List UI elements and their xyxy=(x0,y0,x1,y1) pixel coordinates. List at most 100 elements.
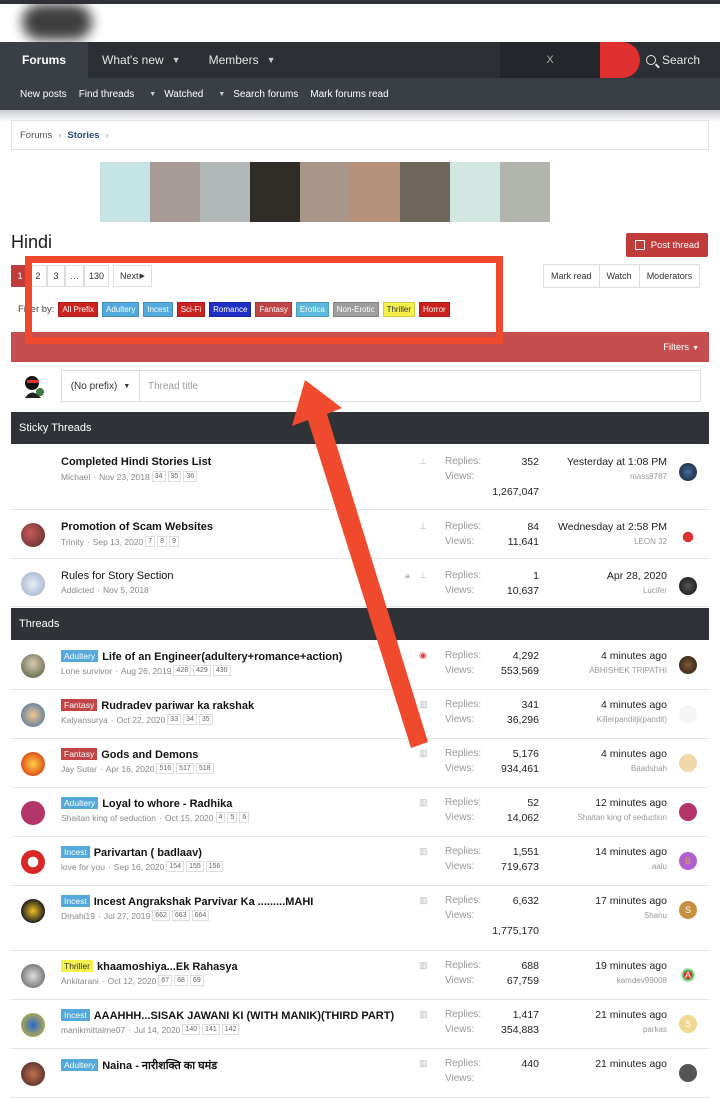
page-jump-link[interactable]: 69 xyxy=(189,975,204,986)
last-post-user[interactable]: aalu xyxy=(652,862,667,871)
page-jump-link[interactable]: 35 xyxy=(167,471,182,482)
thread-title[interactable]: Incest Angrakshak Parvivar Ka .........M… xyxy=(94,896,314,908)
page-jump-link[interactable]: 518 xyxy=(195,763,214,774)
avatar[interactable] xyxy=(21,703,45,727)
last-post-time[interactable]: 4 minutes ago xyxy=(601,650,667,662)
thread-title[interactable]: Completed Hindi Stories List xyxy=(61,456,211,468)
thread-author[interactable]: Addicted xyxy=(61,585,94,595)
last-poster-avatar[interactable]: B xyxy=(679,852,697,870)
table-row[interactable]: Incest Incest Angrakshak Parvivar Ka ....… xyxy=(11,886,709,951)
last-post-user[interactable]: ABHISHEK TRIPATHI xyxy=(589,666,667,675)
thread-title[interactable]: Promotion of Scam Websites xyxy=(61,521,213,533)
last-poster-avatar[interactable] xyxy=(679,577,697,595)
subnav-search-forums[interactable]: Search forums xyxy=(233,89,298,100)
page-jump-link[interactable]: 34 xyxy=(151,471,166,482)
page-jump-link[interactable]: 8 xyxy=(157,536,168,547)
page-jump-link[interactable]: 4 xyxy=(215,812,226,823)
post-thread-button[interactable]: Post thread xyxy=(626,233,708,257)
last-post-time[interactable]: 4 minutes ago xyxy=(601,748,667,760)
avatar[interactable] xyxy=(21,801,45,825)
last-poster-avatar[interactable] xyxy=(679,754,697,772)
last-poster-avatar[interactable]: A xyxy=(679,966,697,984)
prefix-badge[interactable]: Adultery xyxy=(61,650,99,662)
ad-banner[interactable] xyxy=(94,162,656,222)
thread-date[interactable]: Aug 26, 2019 xyxy=(121,666,172,676)
last-poster-avatar[interactable] xyxy=(679,803,697,821)
prefix-badge[interactable]: Adultery xyxy=(61,1059,99,1071)
prefix-badge[interactable]: Thriller xyxy=(61,960,93,972)
tab-whats-new[interactable]: What's new ▼ xyxy=(88,42,195,78)
last-post-user[interactable]: Lucifer xyxy=(643,586,667,595)
page-jump-link[interactable]: 142 xyxy=(221,1024,240,1035)
page-jump-link[interactable]: 7 xyxy=(145,536,156,547)
filters-button[interactable]: Filters ▼ xyxy=(663,342,699,353)
tab-forums[interactable]: Forums xyxy=(0,42,89,78)
prefix-select[interactable]: (No prefix) ▼ xyxy=(62,371,140,401)
tab-members[interactable]: Members ▼ xyxy=(195,42,290,78)
table-row[interactable]: Adultery Life of an Engineer(adultery+rom… xyxy=(11,641,709,690)
avatar[interactable] xyxy=(21,523,45,547)
page-jump-link[interactable]: 5 xyxy=(227,812,238,823)
page-jump-link[interactable]: 156 xyxy=(205,861,224,872)
page-jump-link[interactable]: 428 xyxy=(173,665,192,676)
page-jump-link[interactable]: 662 xyxy=(152,910,170,921)
avatar[interactable] xyxy=(21,1062,45,1086)
avatar[interactable] xyxy=(21,572,45,596)
thread-author[interactable]: Dmahi19 xyxy=(61,911,95,921)
page-jump-link[interactable]: 154 xyxy=(166,861,185,872)
prefix-badge[interactable]: Fantasy xyxy=(61,699,98,711)
thread-title[interactable]: AAAHHH...SISAK JAWANI KI (WITH MANIK)(TH… xyxy=(94,1010,394,1022)
thread-title[interactable]: Rudradev pariwar ka rakshak xyxy=(101,700,254,712)
search-input[interactable]: X xyxy=(500,42,600,78)
last-post-user[interactable]: Baadshah xyxy=(631,764,667,773)
avatar[interactable] xyxy=(21,850,45,874)
page-jump-link[interactable]: 33 xyxy=(167,714,182,725)
page-jump-link[interactable]: 516 xyxy=(156,763,175,774)
thread-date[interactable]: Sep 13, 2020 xyxy=(93,537,144,547)
last-poster-avatar[interactable]: S xyxy=(679,1015,697,1033)
thread-title[interactable]: Rules for Story Section xyxy=(61,570,174,582)
thread-date[interactable]: Sep 16, 2020 xyxy=(114,862,165,872)
avatar[interactable] xyxy=(21,899,45,923)
thread-date[interactable]: Oct 12, 2020 xyxy=(108,976,157,986)
last-poster-avatar[interactable] xyxy=(679,463,697,481)
thread-date[interactable]: Nov 5, 2018 xyxy=(103,585,149,595)
thread-date[interactable]: Apr 16, 2020 xyxy=(106,764,155,774)
page-jump-link[interactable]: 141 xyxy=(202,1024,220,1035)
table-row[interactable]: Promotion of Scam Websites Trinity · Sep 13… xyxy=(11,510,709,559)
last-poster-avatar[interactable] xyxy=(679,1064,697,1082)
table-row[interactable]: Adultery Loyal to whore - Radhika Shaitan … xyxy=(11,788,709,837)
table-row[interactable]: Incest Parivartan ( badlaav) love for you ·… xyxy=(11,837,709,886)
thread-title[interactable]: Loyal to whore - Radhika xyxy=(102,798,232,810)
thread-author[interactable]: Trinity xyxy=(61,537,84,547)
last-post-user[interactable]: Shanu xyxy=(644,911,667,920)
page-jump-link[interactable]: 36 xyxy=(183,471,198,482)
last-post-user[interactable]: kamdev99008 xyxy=(617,976,667,985)
thread-author[interactable]: Ankitarani xyxy=(61,976,99,986)
breadcrumb-stories[interactable]: Stories xyxy=(67,130,99,141)
last-post-time[interactable]: 12 minutes ago xyxy=(595,797,667,809)
subnav-mark-read[interactable]: Mark forums read xyxy=(310,89,388,100)
thread-author[interactable]: Kalyansurya xyxy=(61,715,108,725)
last-post-time[interactable]: 19 minutes ago xyxy=(595,960,667,972)
thread-title[interactable]: Life of an Engineer(adultery+romance+act… xyxy=(102,651,342,663)
page-jump-link[interactable]: 140 xyxy=(182,1024,201,1035)
last-post-time[interactable]: 4 minutes ago xyxy=(601,699,667,711)
page-jump-link[interactable]: 35 xyxy=(198,714,213,725)
prefix-badge[interactable]: Fantasy xyxy=(61,748,98,760)
thread-author[interactable]: Shaitan king of seduction xyxy=(61,813,156,823)
table-row[interactable]: Fantasy Gods and Demons Jay Sutar · Apr 16, … xyxy=(11,739,709,788)
thread-title[interactable]: Parivartan ( badlaav) xyxy=(94,847,202,859)
last-post-time[interactable]: 14 minutes ago xyxy=(595,846,667,858)
last-poster-avatar[interactable] xyxy=(679,656,697,674)
search-button[interactable]: Search xyxy=(646,42,700,78)
thread-date[interactable]: Jul 14, 2020 xyxy=(134,1025,180,1035)
page-jump-link[interactable]: 9 xyxy=(169,536,179,547)
table-row[interactable]: Completed Hindi Stories List Michael · Nov … xyxy=(11,445,709,510)
last-post-time[interactable]: Apr 28, 2020 xyxy=(607,570,667,582)
page-jump-link[interactable]: 517 xyxy=(176,763,194,774)
thread-author[interactable]: Michael xyxy=(61,472,90,482)
last-post-user[interactable]: mass8787 xyxy=(630,472,667,481)
thread-title[interactable]: Gods and Demons xyxy=(101,749,198,761)
subnav-watched[interactable]: Watched xyxy=(164,89,203,100)
